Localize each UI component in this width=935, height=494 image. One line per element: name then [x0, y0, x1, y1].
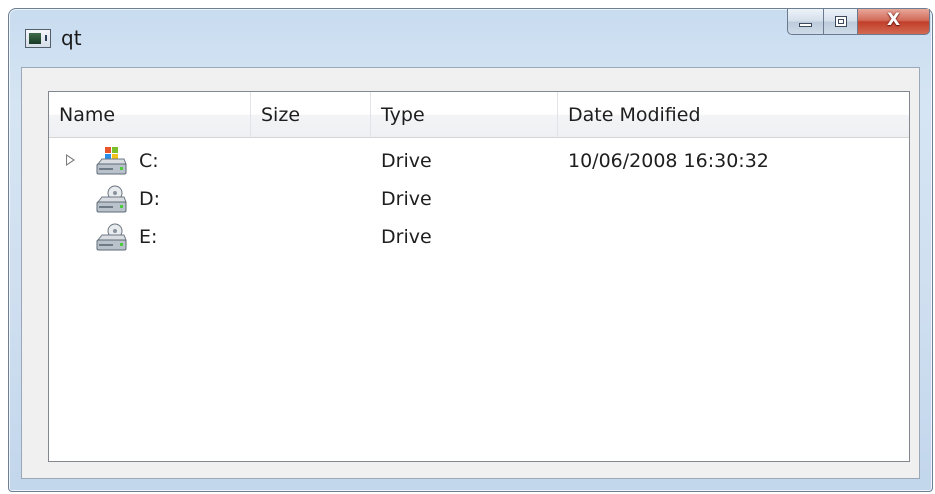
- column-header-name[interactable]: Name: [49, 92, 251, 137]
- minimize-button[interactable]: [787, 9, 823, 35]
- maximize-icon: [835, 16, 847, 27]
- tree-row-d[interactable]: D: Drive: [49, 180, 909, 218]
- column-header-size[interactable]: Size: [251, 92, 371, 137]
- column-header-date-modified[interactable]: Date Modified: [558, 92, 911, 137]
- row-name-d: D:: [139, 188, 161, 210]
- file-tree-view[interactable]: Name Size Type Date Modified C: Drive 10…: [48, 91, 910, 462]
- row-type-e: Drive: [381, 226, 432, 248]
- minimize-icon: [799, 23, 812, 27]
- drive-icon: [96, 185, 127, 213]
- tree-row-e[interactable]: E: Drive: [49, 218, 909, 256]
- close-icon: X: [886, 10, 901, 30]
- expand-arrow-icon[interactable]: [66, 154, 75, 166]
- close-button[interactable]: X: [858, 9, 930, 35]
- main-window: qt X Name Size Type Date Modified C: Dri…: [8, 8, 933, 492]
- title-bar[interactable]: qt X: [9, 9, 932, 67]
- row-name-c: C:: [139, 150, 159, 172]
- window-title: qt: [61, 26, 82, 50]
- row-date-c: 10/06/2008 16:30:32: [568, 150, 769, 172]
- row-type-c: Drive: [381, 150, 432, 172]
- drive-icon: [96, 223, 127, 251]
- windows-drive-icon: [96, 147, 127, 175]
- tree-row-c[interactable]: C: Drive 10/06/2008 16:30:32: [49, 142, 909, 180]
- row-name-e: E:: [139, 226, 158, 248]
- maximize-button[interactable]: [823, 9, 858, 35]
- column-header-type[interactable]: Type: [371, 92, 558, 137]
- app-window-icon[interactable]: [25, 29, 51, 48]
- client-area: Name Size Type Date Modified C: Drive 10…: [21, 67, 920, 479]
- tree-header: Name Size Type Date Modified: [49, 92, 909, 138]
- caption-buttons: X: [787, 9, 930, 35]
- row-type-d: Drive: [381, 188, 432, 210]
